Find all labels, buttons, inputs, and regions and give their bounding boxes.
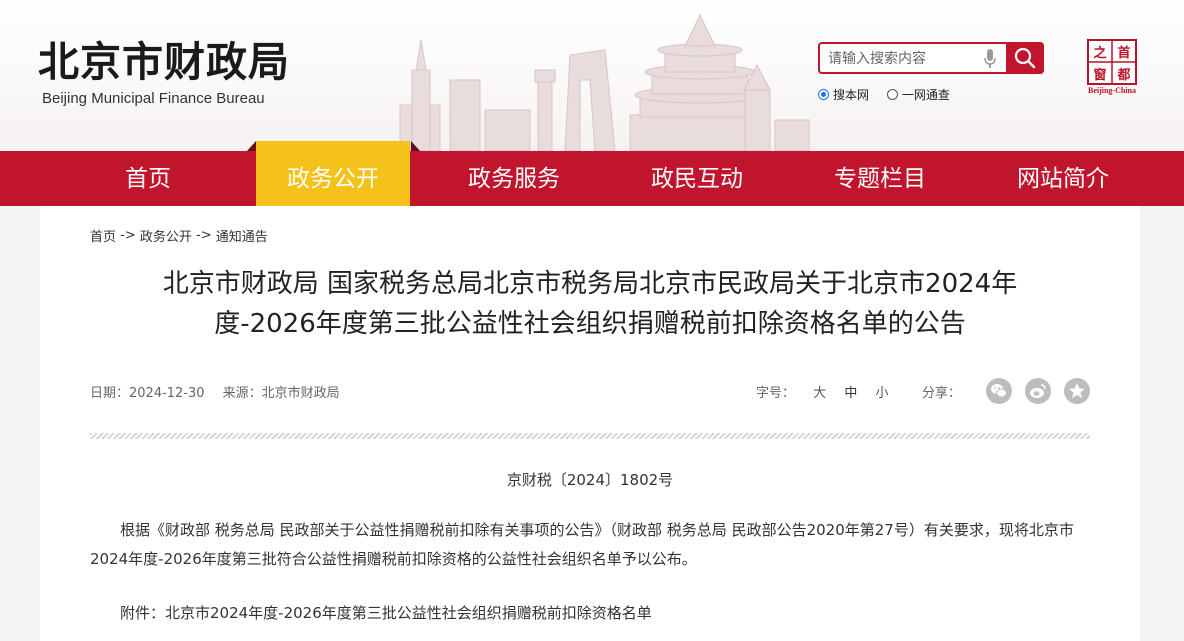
- search-scope-site-label: 搜本网: [833, 88, 870, 102]
- breadcrumb-separator: ->: [120, 228, 136, 243]
- search-box: [818, 42, 1044, 74]
- article-attachment[interactable]: 附件：北京市2024年度-2026年度第三批公益性社会组织捐赠税前扣除资格名单: [90, 599, 1090, 628]
- date-label: 日期：: [90, 386, 130, 401]
- font-size-small[interactable]: 小: [875, 386, 888, 401]
- nav-item-topics[interactable]: 专题栏目: [790, 151, 970, 206]
- font-size-large[interactable]: 大: [813, 386, 826, 401]
- main-nav: 首页 政务公开 政务服务 政民互动 专题栏目 网站简介: [0, 141, 1184, 206]
- search-scope-site[interactable]: 搜本网: [818, 86, 869, 103]
- publish-date: 2024-12-30: [129, 386, 205, 401]
- badge-char: 窗: [1093, 67, 1106, 83]
- badge-caption: Beijing-China: [1087, 86, 1136, 95]
- search-scope-all[interactable]: 一网通查: [886, 86, 950, 103]
- weibo-icon[interactable]: [1025, 378, 1051, 404]
- breadcrumb-separator: ->: [196, 228, 212, 243]
- radio-selected-icon: [818, 89, 829, 100]
- breadcrumb-gov-affairs[interactable]: 政务公开: [140, 230, 192, 245]
- nav-item-about[interactable]: 网站简介: [973, 151, 1153, 206]
- article-meta: 日期：2024-12-30 来源：北京市财政局: [90, 382, 340, 401]
- nav-item-interaction[interactable]: 政民互动: [607, 151, 787, 206]
- site-logo-title[interactable]: 北京市财政局: [38, 38, 290, 86]
- microphone-icon[interactable]: [983, 48, 997, 70]
- document-number: 京财税〔2024〕1802号: [506, 471, 674, 489]
- wechat-icon[interactable]: [986, 378, 1012, 404]
- site-logo-subtitle: Beijing Municipal Finance Bureau: [42, 90, 265, 107]
- article-paragraph: 根据《财政部 税务总局 民政部关于公益性捐赠税前扣除有关事项的公告》（财政部 税…: [90, 521, 1074, 568]
- article-container: 首页 -> 政务公开 -> 通知通告 北京市财政局 国家税务总局北京市税务局北京…: [40, 206, 1140, 641]
- nav-item-home[interactable]: 首页: [58, 151, 238, 206]
- active-tab-fold-left: [247, 141, 256, 151]
- badge-char: 都: [1116, 67, 1130, 83]
- badge-char: 首: [1117, 45, 1130, 61]
- active-tab-fold-right: [411, 141, 420, 151]
- breadcrumb-notices[interactable]: 通知通告: [216, 230, 268, 245]
- search-button[interactable]: [1006, 42, 1044, 74]
- breadcrumb-home[interactable]: 首页: [90, 230, 116, 245]
- beijing-skyline-illustration: [399, 13, 810, 151]
- font-size-switcher: 字号： 大 中 小: [756, 382, 888, 401]
- source-label: 来源：: [222, 386, 262, 401]
- nav-item-gov-services[interactable]: 政务服务: [424, 151, 604, 206]
- radio-unselected-icon: [886, 89, 898, 100]
- search-scope-options: 搜本网 一网通查: [818, 86, 964, 103]
- search-icon: [1014, 47, 1036, 69]
- site-header: 北京市财政局 Beijing Municipal Finance Bureau: [0, 0, 1184, 151]
- font-size-medium[interactable]: 中: [844, 386, 857, 401]
- favorite-star-icon[interactable]: [1064, 378, 1090, 404]
- font-size-label: 字号：: [756, 386, 796, 401]
- article-title-line2: 度-2026年度第三批公益性社会组织捐赠税前扣除资格名单的公告: [214, 309, 966, 339]
- search-scope-all-label: 一网通查: [901, 88, 950, 102]
- share-label: 分享：: [922, 386, 962, 401]
- search-input[interactable]: [826, 47, 980, 71]
- article-source: 北京市财政局: [261, 386, 340, 401]
- badge-char: 之: [1093, 45, 1106, 61]
- breadcrumb: 首页 -> 政务公开 -> 通知通告: [90, 226, 268, 245]
- article-title-line1: 北京市财政局 国家税务总局北京市税务局北京市民政局关于北京市2024年: [162, 269, 1018, 299]
- meta-divider: [90, 433, 1090, 439]
- nav-item-gov-affairs[interactable]: 政务公开: [256, 141, 410, 206]
- article-title: 北京市财政局 国家税务总局北京市税务局北京市民政局关于北京市2024年 度-20…: [110, 264, 1070, 344]
